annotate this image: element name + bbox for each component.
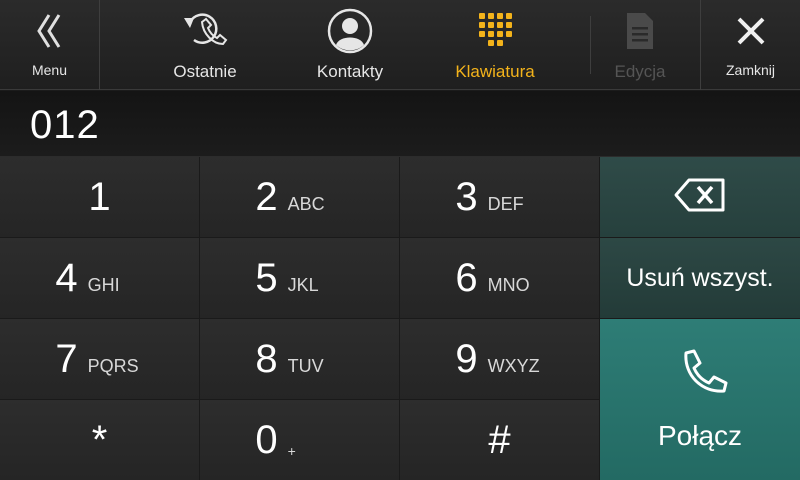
close-label: Zamknij — [725, 62, 775, 78]
backspace-button[interactable] — [600, 157, 800, 238]
tab-edit-label: Edycja — [614, 62, 666, 81]
call-label: Połącz — [657, 420, 743, 451]
key-digit: 0 — [255, 417, 278, 462]
tab-keypad[interactable]: Klawiatura — [440, 0, 550, 90]
key-digit: 8 — [255, 336, 278, 381]
key-letters: WXYZ — [487, 355, 540, 376]
tab-keypad-label: Klawiatura — [455, 62, 535, 81]
key-digit: 4 — [55, 255, 78, 300]
key-letters: PQRS — [87, 355, 139, 376]
close-button[interactable]: Zamknij — [701, 0, 800, 90]
menu-button[interactable]: Menu — [0, 0, 99, 90]
key-letters: JKL — [287, 274, 319, 295]
clear-all-button[interactable]: Usuń wszyst. — [600, 238, 800, 319]
key-letters: GHI — [87, 274, 120, 295]
key-digit: 5 — [255, 255, 278, 300]
menu-label: Menu — [31, 62, 68, 78]
keypad-icon — [477, 0, 513, 62]
recent-calls-icon — [180, 0, 230, 62]
key-letters: + — [287, 443, 296, 459]
key-letters: ABC — [287, 193, 325, 214]
key-0[interactable]: 0 + — [200, 400, 400, 480]
key-hash[interactable]: # — [400, 400, 600, 480]
key-digit: * — [91, 417, 108, 462]
key-7[interactable]: 7 PQRS — [0, 319, 200, 400]
contact-person-icon — [326, 0, 374, 62]
key-digit: 9 — [455, 336, 478, 381]
top-navigation-bar: Menu Ostatnie Kontakty Klawiatura Edycja… — [0, 0, 800, 90]
document-edit-icon — [623, 0, 657, 62]
key-letters: DEF — [487, 193, 524, 214]
key-1[interactable]: 1 — [0, 157, 200, 238]
key-digit: 1 — [88, 174, 111, 219]
key-5[interactable]: 5 JKL — [200, 238, 400, 319]
tab-recent[interactable]: Ostatnie — [155, 0, 255, 90]
key-digit: 3 — [455, 174, 478, 219]
key-9[interactable]: 9 WXYZ — [400, 319, 600, 400]
clear-all-label: Usuń wszyst. — [626, 263, 774, 292]
key-4[interactable]: 4 GHI — [0, 238, 200, 319]
tab-recent-label: Ostatnie — [173, 62, 237, 81]
tab-contacts[interactable]: Kontakty — [300, 0, 400, 90]
phone-handset-icon — [672, 347, 728, 408]
call-button[interactable]: Połącz — [600, 319, 800, 480]
key-digit: 7 — [55, 336, 78, 381]
double-chevron-left-icon — [35, 0, 65, 62]
key-2[interactable]: 2 ABC — [200, 157, 400, 238]
key-3[interactable]: 3 DEF — [400, 157, 600, 238]
key-6[interactable]: 6 MNO — [400, 238, 600, 319]
key-digit: # — [488, 417, 511, 462]
number-display: 012 — [0, 91, 800, 157]
key-star[interactable]: * — [0, 400, 200, 480]
key-digit: 6 — [455, 255, 478, 300]
key-letters: MNO — [487, 274, 530, 295]
tab-edit[interactable]: Edycja — [590, 0, 690, 90]
key-letters: TUV — [287, 355, 324, 376]
close-icon — [736, 0, 766, 62]
backspace-icon — [673, 177, 727, 218]
tab-contacts-label: Kontakty — [316, 62, 384, 81]
key-digit: 2 — [255, 174, 278, 219]
dialed-number: 012 — [30, 103, 100, 147]
key-8[interactable]: 8 TUV — [200, 319, 400, 400]
dial-keypad: 1 2 ABC 3 DEF 4 GHI 5 JKL 6 MNO 7 PQRS 8… — [0, 157, 600, 480]
divider — [99, 0, 100, 90]
